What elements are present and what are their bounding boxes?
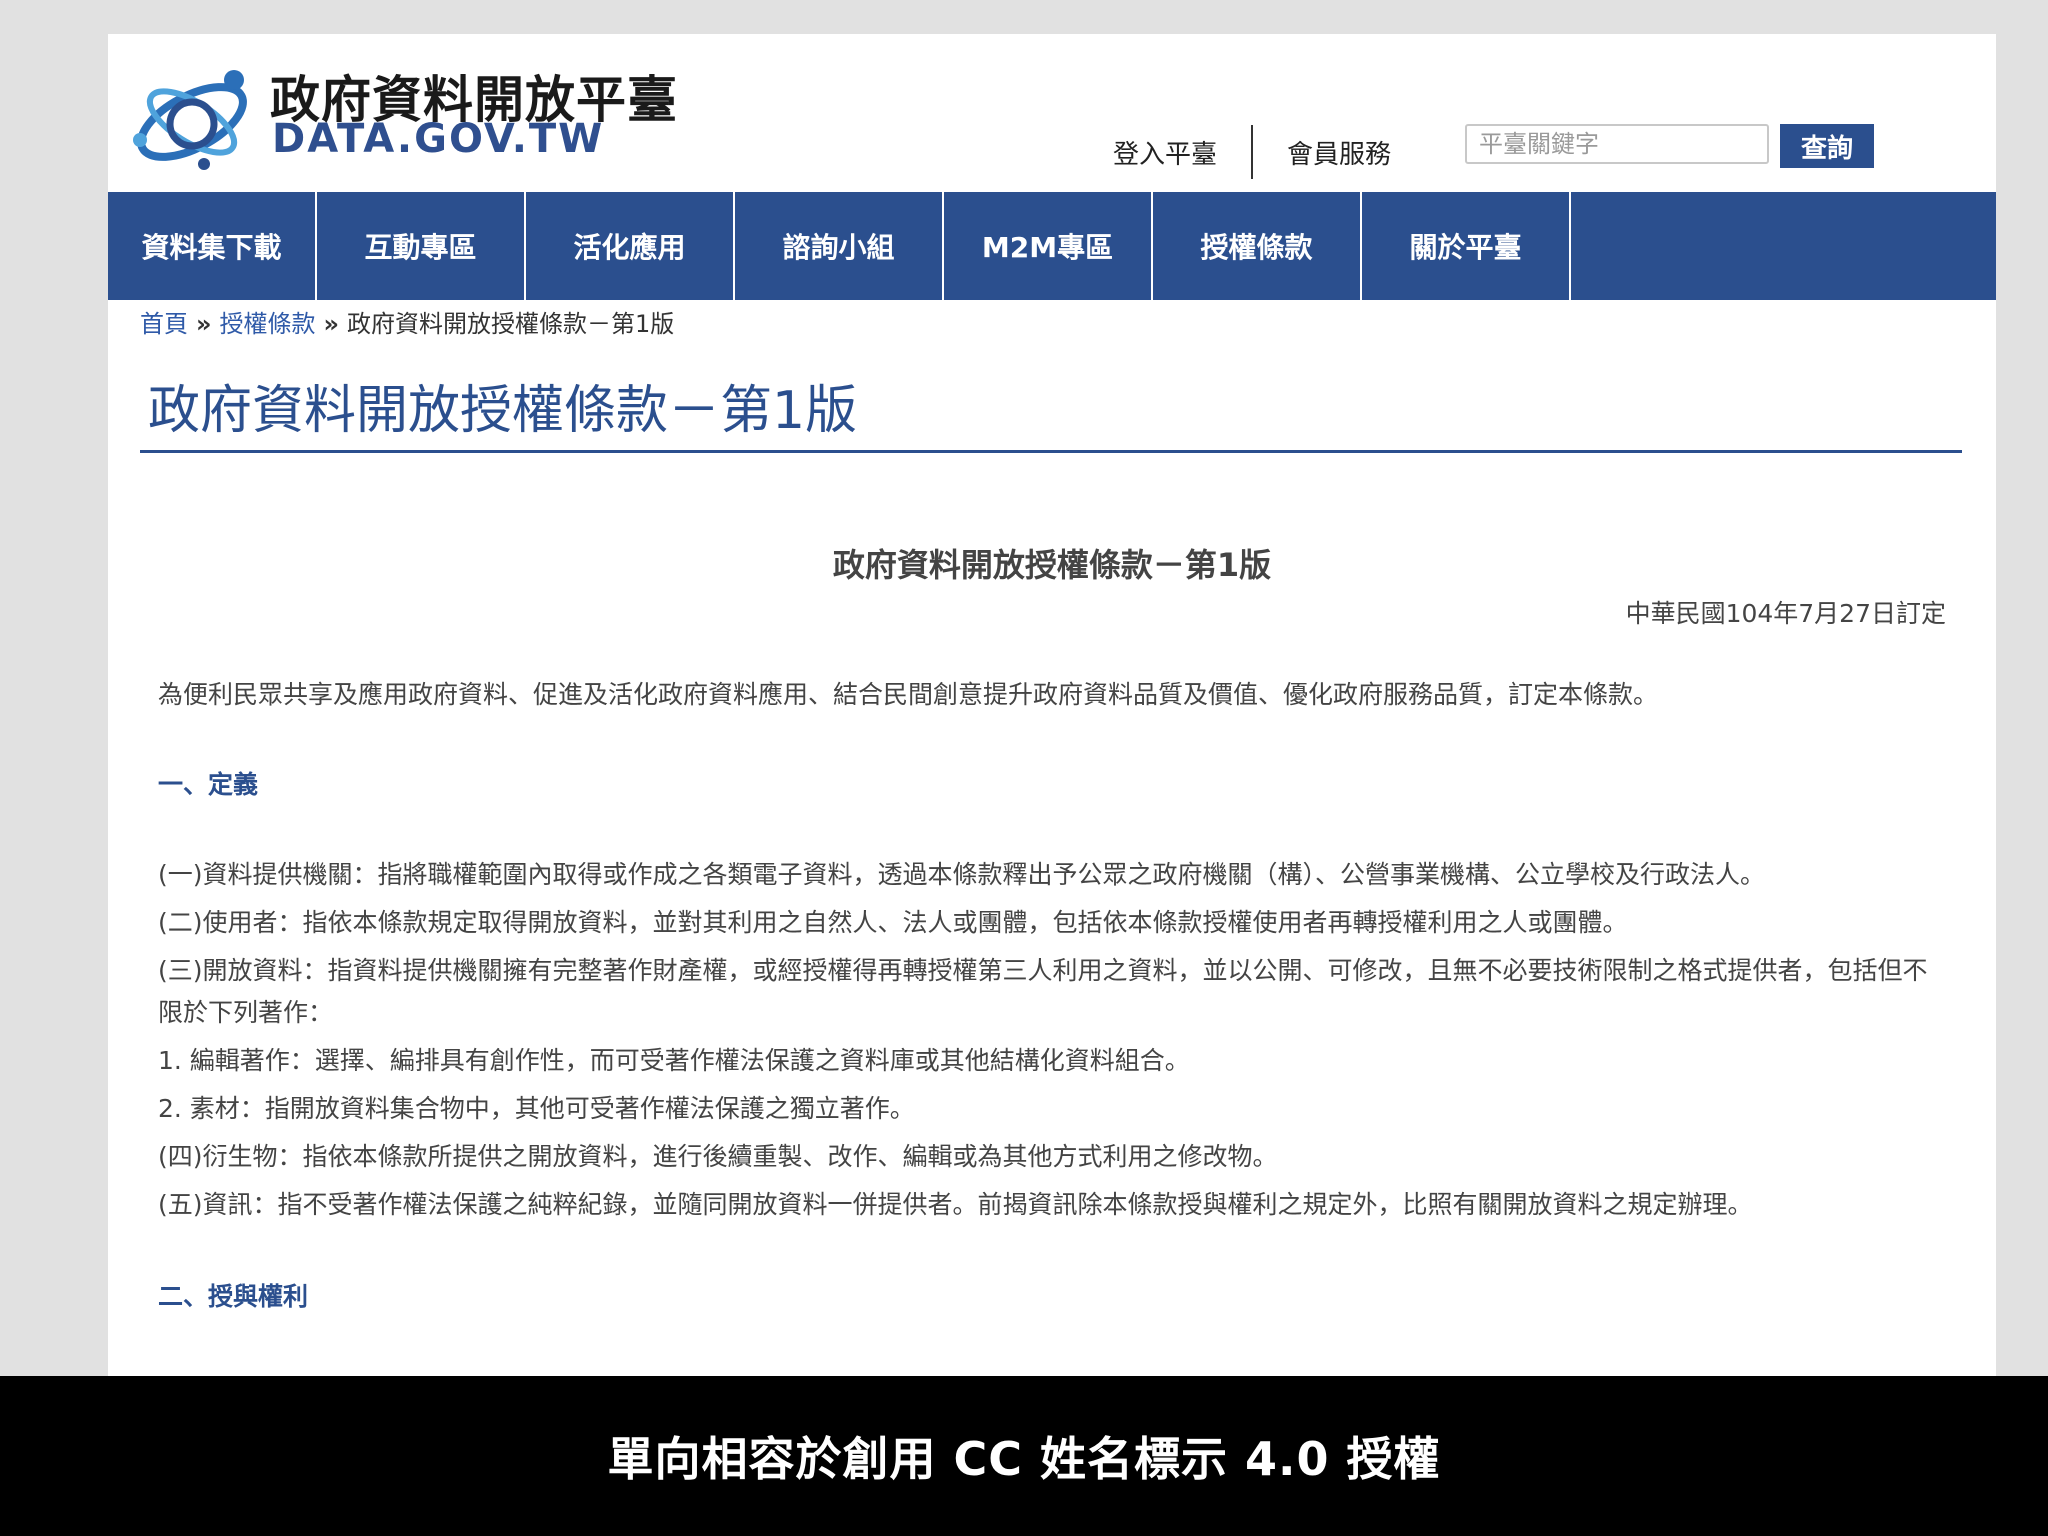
member-services-link[interactable]: 會員服務: [1287, 134, 1391, 171]
nav-item-dataset-download[interactable]: 資料集下載: [108, 192, 317, 300]
caption-bar: 單向相容於創用 CC 姓名標示 4.0 授權: [0, 1376, 2048, 1536]
breadcrumb-separator: »: [196, 310, 212, 338]
definition-item: (五)資訊：指不受著作權法保護之純粹紀錄，並隨同開放資料一併提供者。前揭資訊除本…: [158, 1190, 1753, 1219]
title-underline: [140, 450, 1962, 453]
breadcrumb-home-link[interactable]: 首頁: [140, 310, 188, 338]
breadcrumb-current: 政府資料開放授權條款－第1版: [347, 310, 675, 338]
main-nav: 資料集下載 互動專區 活化應用 諮詢小組 M2M專區 授權條款 關於平臺: [108, 192, 1996, 300]
section-heading-rights: 二、授與權利: [158, 1282, 309, 1311]
top-links: 登入平臺 會員服務: [1113, 124, 1391, 180]
section-heading-definitions: 一、定義: [158, 770, 259, 799]
document-title: 政府資料開放授權條款－第1版: [832, 546, 1272, 584]
nav-item-license[interactable]: 授權條款: [1153, 192, 1362, 300]
intro-paragraph: 為便利民眾共享及應用政府資料、促進及活化政府資料應用、結合民間創意提升政府資料品…: [158, 680, 1659, 709]
browser-page: 政府資料開放平臺 DATA.GOV.TW 登入平臺 會員服務 查詢 資料集下載 …: [108, 34, 1996, 1376]
document-content: 為便利民眾共享及應用政府資料、促進及活化政府資料應用、結合民間創意提升政府資料品…: [158, 674, 1948, 1366]
search-button[interactable]: 查詢: [1780, 124, 1874, 168]
definition-item: 2. 素材：指開放資料集合物中，其他可受著作權法保護之獨立著作。: [158, 1094, 915, 1123]
definition-item: (四)衍生物：指依本條款所提供之開放資料，進行後續重製、改作、編輯或為其他方式利…: [158, 1142, 1278, 1171]
definition-item: 1. 編輯著作：選擇、編排具有創作性，而可受著作權法保護之資料庫或其他結構化資料…: [158, 1046, 1190, 1075]
site-subtitle[interactable]: DATA.GOV.TW: [272, 116, 604, 162]
nav-item-applications[interactable]: 活化應用: [526, 192, 735, 300]
page-title: 政府資料開放授權條款－第1版: [148, 381, 858, 441]
definition-item: (二)使用者：指依本條款規定取得開放資料，並對其利用之自然人、法人或團體，包括依…: [158, 908, 1628, 937]
top-link-divider: [1251, 125, 1254, 179]
login-link[interactable]: 登入平臺: [1113, 134, 1217, 171]
breadcrumb-license-link[interactable]: 授權條款: [220, 310, 316, 338]
breadcrumb: 首頁» 授權條款» 政府資料開放授權條款－第1版: [140, 304, 674, 339]
document-date: 中華民國104年7月27日訂定: [1625, 599, 1946, 628]
nav-item-about[interactable]: 關於平臺: [1362, 192, 1571, 300]
nav-item-advisory-group[interactable]: 諮詢小組: [735, 192, 944, 300]
breadcrumb-separator: »: [323, 310, 340, 338]
definition-item: (三)開放資料：指資料提供機關擁有完整著作財產權，或經授權得再轉授權第三人利用之…: [158, 956, 1928, 1027]
nav-item-m2m[interactable]: M2M專區: [944, 192, 1153, 300]
search-input[interactable]: [1465, 124, 1769, 164]
definition-item: (一)資料提供機關：指將職權範圍內取得或作成之各類電子資料，透過本條款釋出予公眾…: [158, 860, 1766, 889]
caption-text: 單向相容於創用 CC 姓名標示 4.0 授權: [607, 1432, 1441, 1486]
data-gov-logo-icon[interactable]: [126, 52, 266, 182]
nav-item-interactive[interactable]: 互動專區: [317, 192, 526, 300]
